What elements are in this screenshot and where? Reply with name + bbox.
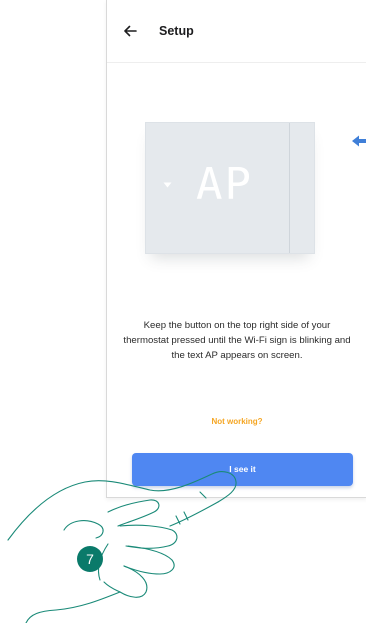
instructions-text: Keep the button on the top right side of… [123, 320, 351, 361]
thermostat-display-text: AP [196, 159, 253, 210]
display-arrow-icon [163, 182, 172, 188]
thermostat-button-divider [289, 123, 290, 253]
press-arrow-icon [352, 135, 366, 147]
app-header: Setup [107, 0, 366, 63]
step-number-badge: 7 [77, 546, 103, 572]
back-button[interactable] [121, 22, 139, 40]
thermostat-illustration: AP [107, 118, 366, 268]
thermostat-device: AP [145, 122, 315, 254]
page-title: Setup [159, 24, 194, 38]
arrow-left-icon [124, 25, 137, 37]
phone-screen: Setup AP Keep the button on the top righ… [106, 0, 366, 498]
page: Setup AP Keep the button on the top righ… [0, 0, 366, 623]
not-working-link[interactable]: Not working? [107, 417, 366, 426]
i-see-it-button[interactable]: I see it [132, 453, 353, 486]
